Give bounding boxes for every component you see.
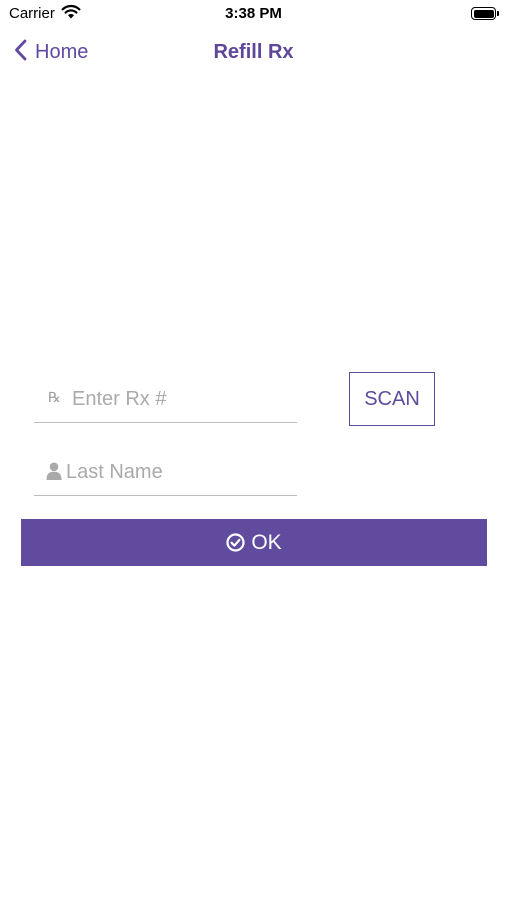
person-icon <box>46 462 62 480</box>
status-time: 3:38 PM <box>225 5 282 22</box>
rx-symbol-icon: ℞ <box>48 390 61 406</box>
page-title: Refill Rx <box>213 41 294 63</box>
last-name-field <box>34 448 297 496</box>
rx-number-field: ℞ <box>34 374 297 423</box>
ok-button-label: OK <box>251 530 282 554</box>
status-bar: Carrier 3:38 PM <box>0 0 507 28</box>
navigation-bar: Home Refill Rx <box>0 28 507 76</box>
rx-number-input[interactable] <box>72 384 292 414</box>
scan-button[interactable]: SCAN <box>349 372 435 426</box>
last-name-input[interactable] <box>66 457 292 487</box>
check-circle-icon <box>226 533 245 552</box>
battery-full-icon <box>471 7 499 20</box>
ok-button[interactable]: OK <box>21 519 487 566</box>
